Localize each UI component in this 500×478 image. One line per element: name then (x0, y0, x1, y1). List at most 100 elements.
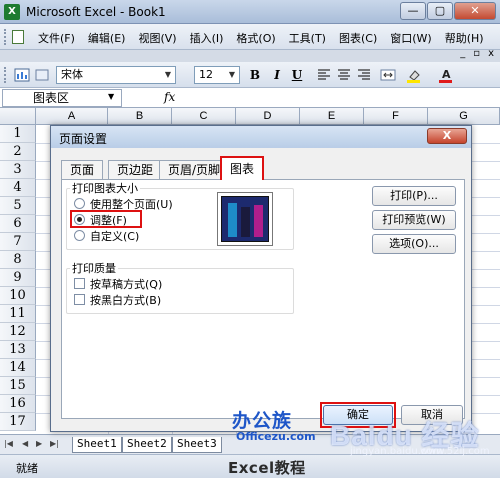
menu-bar: 文件(F) 编辑(E) 视图(V) 插入(I) 格式(O) 工具(T) 图表(C… (0, 24, 500, 50)
chart-tab-panel: 打印图表大小 使用整个页面(U) 调整(F) 自定义(C) 打印质量 按草稿方式… (61, 179, 465, 419)
print-button[interactable]: 打印(P)... (372, 186, 456, 206)
row-header[interactable]: 11 (0, 305, 36, 323)
last-sheet-icon[interactable]: ▶| (50, 439, 59, 448)
next-sheet-icon[interactable]: ▶ (36, 439, 42, 448)
page-setup-dialog: 页面设置 X 页面 页边距 页眉/页脚 打印图表大小 使用整个页面(U) 调整(… (50, 125, 472, 432)
row-header[interactable]: 12 (0, 323, 36, 341)
row-header[interactable]: 14 (0, 359, 36, 377)
align-left-icon[interactable] (316, 67, 332, 83)
excel-tutorial-logo: Excel教程 (228, 459, 306, 477)
underline-button[interactable]: U (288, 67, 306, 83)
merge-center-icon[interactable] (380, 67, 396, 83)
options-button[interactable]: 选项(O)... (372, 234, 456, 254)
column-header[interactable]: A (36, 108, 108, 125)
name-box[interactable]: 图表区 (2, 89, 122, 107)
close-button[interactable]: ✕ (454, 2, 496, 20)
row-header[interactable]: 8 (0, 251, 36, 269)
row-header[interactable]: 9 (0, 269, 36, 287)
sheet-tab[interactable]: Sheet1 (72, 437, 122, 453)
row-header[interactable]: 5 (0, 197, 36, 215)
menu-tools[interactable]: 工具(T) (289, 30, 326, 46)
grip-icon (4, 29, 7, 45)
row-header[interactable]: 10 (0, 287, 36, 305)
maximize-button[interactable]: ▢ (427, 2, 453, 20)
row-header[interactable]: 17 (0, 413, 36, 431)
menu-insert[interactable]: 插入(I) (190, 30, 224, 46)
column-header[interactable]: B (108, 108, 172, 125)
format-painter-icon[interactable] (34, 67, 50, 83)
row-header[interactable]: 2 (0, 143, 36, 161)
menu-help[interactable]: 帮助(H) (445, 30, 484, 46)
doc-minimize-button[interactable]: _ (460, 48, 465, 59)
menu-chart[interactable]: 图表(C) (339, 30, 377, 46)
radio-adjust-label[interactable]: 调整(F) (90, 212, 127, 228)
align-right-icon[interactable] (356, 67, 372, 83)
preview-bar-3 (254, 205, 263, 237)
formula-bar: 图表区 ▼ fx (0, 88, 500, 108)
column-header[interactable]: C (172, 108, 236, 125)
doc-restore-button[interactable]: ▫ (473, 48, 480, 59)
radio-use-full-page[interactable] (74, 198, 85, 209)
menu-format[interactable]: 格式(O) (236, 30, 275, 46)
checkbox-black-white-label[interactable]: 按黑白方式(B) (90, 292, 161, 308)
minimize-button[interactable]: — (400, 2, 426, 20)
prev-sheet-icon[interactable]: ◀ (22, 439, 28, 448)
column-header[interactable]: D (236, 108, 300, 125)
column-header[interactable]: F (364, 108, 428, 125)
status-text: 就绪 (16, 462, 38, 475)
checkbox-draft-label[interactable]: 按草稿方式(Q) (90, 276, 162, 292)
officezu-watermark: 办公族 (232, 410, 293, 432)
print-size-group-label: 打印图表大小 (70, 180, 140, 196)
doc-close-button[interactable]: x (488, 48, 494, 59)
column-header[interactable]: G (428, 108, 500, 125)
tab-page[interactable]: 页面 (61, 160, 104, 180)
fill-color-icon[interactable] (406, 67, 422, 83)
align-center-icon[interactable] (336, 67, 352, 83)
title-bar: X Microsoft Excel - Book1 — ▢ ✕ (0, 0, 500, 24)
checkbox-draft[interactable] (74, 278, 85, 289)
function-icon[interactable]: fx (164, 90, 175, 104)
row-header[interactable]: 7 (0, 233, 36, 251)
font-name-select[interactable]: 宋体 ▼ (56, 66, 176, 84)
sheet-tab[interactable]: Sheet3 (172, 437, 222, 453)
dialog-close-button[interactable]: X (427, 128, 467, 144)
menu-view[interactable]: 视图(V) (138, 30, 176, 46)
menu-file[interactable]: 文件(F) (38, 30, 75, 46)
radio-custom-label[interactable]: 自定义(C) (90, 228, 139, 244)
checkbox-black-white[interactable] (74, 294, 85, 305)
chevron-down-icon: ▼ (228, 70, 236, 79)
column-header[interactable]: E (300, 108, 364, 125)
row-header[interactable]: 16 (0, 395, 36, 413)
document-icon[interactable] (12, 30, 24, 44)
chart-object-icon[interactable] (14, 67, 30, 83)
font-size-select[interactable]: 12 ▼ (194, 66, 240, 84)
menu-edit[interactable]: 编辑(E) (88, 30, 126, 46)
preview-bar-1 (228, 203, 237, 237)
radio-custom[interactable] (74, 230, 85, 241)
excel-window: X Microsoft Excel - Book1 — ▢ ✕ 文件(F) 编辑… (0, 0, 500, 478)
tab-margins[interactable]: 页边距 (108, 160, 163, 180)
document-window-controls: _ ▫ x (452, 48, 494, 59)
row-header[interactable]: 15 (0, 377, 36, 395)
chevron-down-icon[interactable]: ▼ (108, 92, 114, 101)
select-all-corner[interactable] (0, 108, 36, 125)
chart-preview (217, 192, 273, 246)
tab-header-footer[interactable]: 页眉/页脚 (159, 160, 230, 180)
preview-bar-2 (241, 207, 250, 237)
first-sheet-icon[interactable]: |◀ (4, 439, 13, 448)
site-url-watermark: www.52ij.com (420, 446, 490, 457)
menu-window[interactable]: 窗口(W) (390, 30, 431, 46)
row-header[interactable]: 3 (0, 161, 36, 179)
sheet-tab[interactable]: Sheet2 (122, 437, 172, 453)
italic-button[interactable]: I (268, 67, 286, 83)
row-header[interactable]: 4 (0, 179, 36, 197)
font-color-icon[interactable]: A (438, 67, 454, 83)
print-preview-button[interactable]: 打印预览(W) (372, 210, 456, 230)
bold-button[interactable]: B (246, 67, 264, 83)
dialog-title: 页面设置 (59, 132, 108, 146)
tab-chart[interactable]: 图表 (220, 156, 265, 180)
radio-adjust[interactable] (74, 214, 85, 225)
row-header[interactable]: 6 (0, 215, 36, 233)
row-header[interactable]: 1 (0, 125, 36, 143)
row-header[interactable]: 13 (0, 341, 36, 359)
